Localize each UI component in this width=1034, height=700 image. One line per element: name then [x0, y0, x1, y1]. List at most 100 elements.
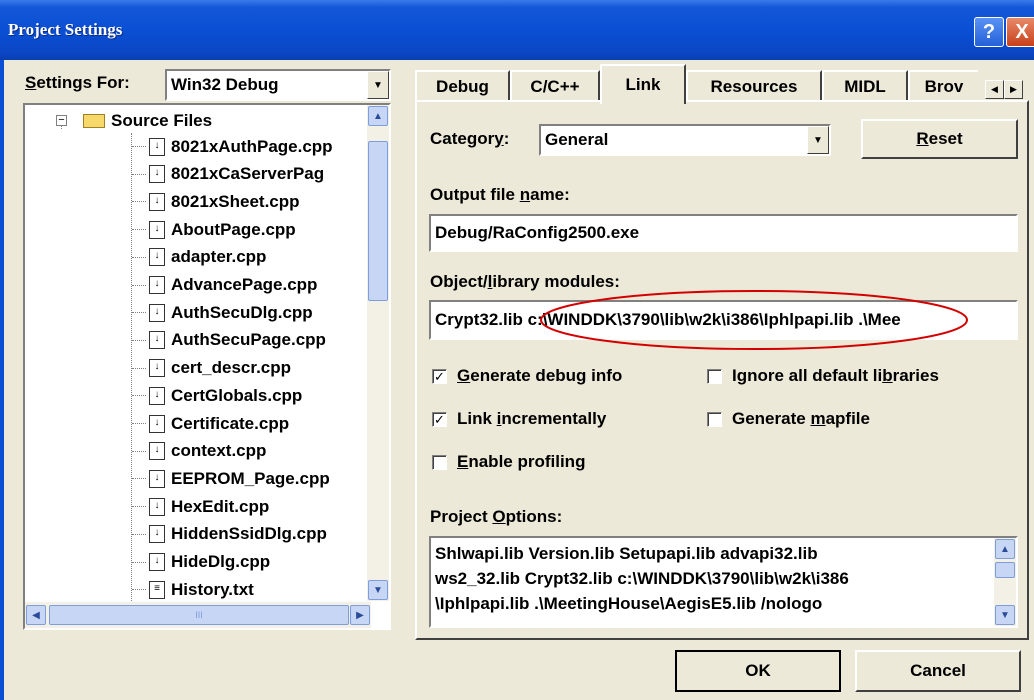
- generate-debug-info-checkbox[interactable]: ✓ Generate debug info: [432, 366, 622, 386]
- tree-line: [132, 201, 146, 203]
- file-icon: ↓: [149, 553, 165, 571]
- tree-file-item[interactable]: ↓ 8021xCaServerPag: [149, 161, 324, 188]
- scroll-down-icon[interactable]: ▼: [995, 605, 1015, 625]
- tree-vertical-scrollbar[interactable]: ▲ ▼: [367, 105, 389, 601]
- settings-for-label: Settings For:: [25, 73, 130, 92]
- tree-file-item[interactable]: ↓ AuthSecuDlg.cpp: [149, 299, 313, 326]
- tree-line: [132, 367, 146, 369]
- scroll-thumb-horizontal[interactable]: III: [49, 605, 349, 625]
- tree-line: [132, 339, 146, 341]
- file-tree[interactable]: − Source Files ↓ 8021xAuthPage.cpp ↓ 8021xC…: [23, 103, 391, 630]
- tree-file-item[interactable]: ≡ History.txt: [149, 576, 254, 601]
- project-options-textarea[interactable]: Shlwapi.lib Version.lib Setupapi.lib adv…: [429, 536, 1018, 628]
- file-label: 8021xAuthPage.cpp: [171, 136, 333, 156]
- scroll-left-icon[interactable]: ◀: [26, 605, 46, 625]
- project-options-label: Project Options:: [430, 507, 563, 526]
- tree-file-item[interactable]: ↓ AboutPage.cpp: [149, 216, 296, 243]
- tree-line: [132, 423, 146, 424]
- tree-file-item[interactable]: ↓ Certificate.cpp: [149, 410, 289, 437]
- scroll-right-icon[interactable]: ▶: [350, 605, 370, 625]
- tree-folder-source-files[interactable]: Source Files: [83, 107, 212, 134]
- generate-mapfile-checkbox[interactable]: Generate mapfile: [707, 409, 870, 429]
- checkbox-box[interactable]: [707, 411, 722, 427]
- help-icon[interactable]: ?: [974, 17, 1004, 47]
- tree-file-item[interactable]: ↓ context.cpp: [149, 438, 266, 465]
- category-label: Category:: [430, 129, 510, 148]
- options-vertical-scrollbar[interactable]: ▲ ▼: [994, 538, 1016, 626]
- tab-browse[interactable]: Brov: [908, 70, 978, 102]
- file-label: context.cpp: [171, 441, 267, 461]
- output-file-label: Output file name:: [430, 185, 570, 204]
- tree-file-item[interactable]: ↓ EEPROM_Page.cpp: [149, 465, 330, 492]
- object-library-input[interactable]: Crypt32.lib c:\WINDDK\3790\lib\w2k\i386\…: [429, 300, 1018, 340]
- tab-resources[interactable]: Resources: [686, 70, 822, 102]
- tab-midl[interactable]: MIDL: [822, 70, 908, 102]
- file-icon: ↓: [149, 165, 165, 184]
- tree-line: [132, 561, 146, 563]
- tree-file-item[interactable]: ↓ AdvancePage.cpp: [149, 272, 317, 299]
- tree-line: [132, 506, 146, 508]
- ignore-default-libraries-label: Ignore all default libraries: [732, 366, 939, 385]
- enable-profiling-checkbox[interactable]: Enable profiling: [432, 452, 585, 472]
- tab-strip: Debug C/C++ Link Resources MIDL Brov ◀ ▶: [415, 64, 1029, 104]
- tree-file-item[interactable]: ↓ adapter.cpp: [149, 244, 266, 271]
- file-icon: ↓: [149, 525, 165, 544]
- ignore-default-libraries-checkbox[interactable]: Ignore all default libraries: [707, 366, 939, 386]
- settings-for-select[interactable]: Win32 Debug ▼: [165, 69, 391, 101]
- tree-file-item[interactable]: ↓ HexEdit.cpp: [149, 493, 269, 520]
- tree-line: [132, 589, 146, 591]
- tree-line: [132, 533, 146, 535]
- file-label: cert_descr.cpp: [171, 358, 292, 378]
- scroll-thumb[interactable]: [995, 562, 1015, 578]
- scroll-thumb[interactable]: [368, 141, 388, 301]
- output-file-input[interactable]: Debug/RaConfig2500.exe: [429, 214, 1018, 252]
- checkbox-box[interactable]: ✓: [432, 411, 447, 427]
- file-label: AboutPage.cpp: [171, 219, 296, 239]
- checkbox-box[interactable]: ✓: [432, 368, 447, 384]
- category-value: General: [545, 130, 609, 149]
- checkbox-box[interactable]: [432, 454, 447, 470]
- tree-file-item[interactable]: ↓ AuthSecuPage.cpp: [149, 327, 326, 354]
- file-icon: ↓: [149, 220, 165, 239]
- window-title: Project Settings: [8, 20, 123, 39]
- tree-line: [132, 478, 146, 480]
- file-icon: ↓: [149, 359, 165, 378]
- file-label: AuthSecuPage.cpp: [171, 330, 326, 350]
- options-line: \Iphlpapi.lib .\MeetingHouse\AegisE5.lib…: [435, 594, 823, 613]
- file-label: HexEdit.cpp: [171, 496, 270, 516]
- ok-button[interactable]: OK: [675, 650, 841, 692]
- chevron-down-icon[interactable]: ▼: [807, 126, 829, 154]
- file-icon: ↓: [149, 386, 165, 405]
- tab-link[interactable]: Link: [600, 64, 686, 104]
- close-icon[interactable]: X: [1006, 17, 1034, 47]
- generate-mapfile-label: Generate mapfile: [732, 409, 870, 428]
- file-label: EEPROM_Page.cpp: [171, 468, 330, 488]
- file-label: HiddenSsidDlg.cpp: [171, 524, 327, 544]
- link-incrementally-checkbox[interactable]: ✓ Link incrementally: [432, 409, 606, 429]
- scroll-down-icon[interactable]: ▼: [368, 580, 388, 600]
- folder-label: Source Files: [111, 110, 213, 130]
- file-label: AuthSecuDlg.cpp: [171, 302, 313, 322]
- tree-file-item[interactable]: ↓ HideDlg.cpp: [149, 549, 270, 576]
- tree-file-item[interactable]: ↓ 8021xAuthPage.cpp: [149, 133, 333, 160]
- tree-file-item[interactable]: ↓ cert_descr.cpp: [149, 355, 291, 382]
- tree-file-item[interactable]: ↓ CertGlobals.cpp: [149, 382, 302, 409]
- scroll-up-icon[interactable]: ▲: [995, 539, 1015, 559]
- tree-file-item[interactable]: ↓ HiddenSsidDlg.cpp: [149, 521, 327, 548]
- tree-line: [132, 229, 146, 231]
- category-select[interactable]: General ▼: [539, 124, 831, 156]
- tab-c-cpp[interactable]: C/C++: [510, 70, 600, 102]
- collapse-icon[interactable]: −: [56, 115, 67, 126]
- tree-file-item[interactable]: ↓ 8021xSheet.cpp: [149, 188, 300, 215]
- file-icon: ≡: [149, 580, 165, 599]
- cancel-button[interactable]: Cancel: [855, 650, 1021, 692]
- tab-debug[interactable]: Debug: [415, 70, 510, 102]
- tab-scroll-left-icon[interactable]: ◀: [985, 80, 1004, 99]
- chevron-down-icon[interactable]: ▼: [367, 71, 389, 99]
- tree-line: [132, 284, 146, 286]
- checkbox-box[interactable]: [707, 368, 722, 384]
- tab-scroll-right-icon[interactable]: ▶: [1004, 80, 1023, 99]
- scroll-up-icon[interactable]: ▲: [368, 106, 388, 126]
- tree-horizontal-scrollbar[interactable]: ◀ III ▶: [25, 602, 371, 628]
- reset-button[interactable]: Reset: [861, 119, 1018, 159]
